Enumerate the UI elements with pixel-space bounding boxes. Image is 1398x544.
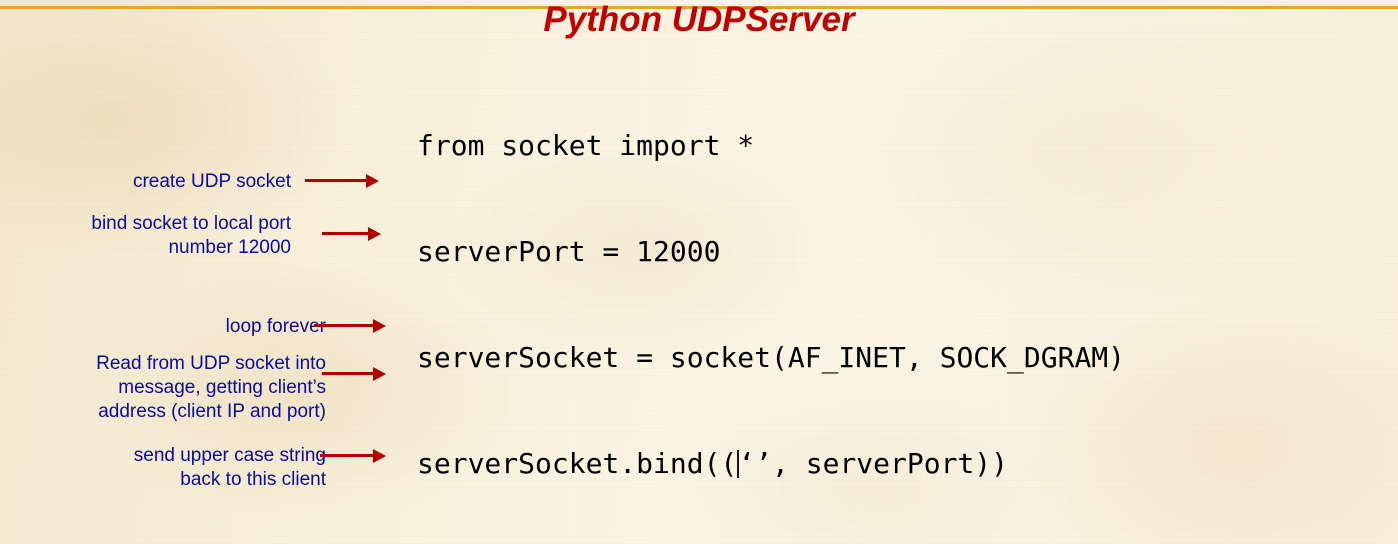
annotation-send-upper-case: send upper case string back to this clie… <box>133 445 326 490</box>
code-line-bind-prefix: serverSocket.bind(( <box>417 447 738 480</box>
slide-canvas: Python UDPServer from socket import * se… <box>0 0 1398 544</box>
arrow-shaft <box>314 324 374 327</box>
arrow-shaft <box>322 232 369 235</box>
arrow-head <box>373 449 386 463</box>
arrow-head <box>368 227 381 241</box>
annotation-bind-socket: bind socket to local port number 12000 <box>91 213 291 258</box>
annotation-create-udp-socket: create UDP socket <box>132 171 291 192</box>
code-line-bind: serverSocket.bind((‘’, serverPort)) <box>417 439 1297 488</box>
arrow-to-while-line <box>314 319 386 333</box>
arrow-to-recvfrom-line <box>322 367 386 381</box>
code-line-create-socket: serverSocket = socket(AF_INET, SOCK_DGRA… <box>417 333 1297 382</box>
arrow-head <box>373 367 386 381</box>
annotation-read-from-socket: Read from UDP socket into message, getti… <box>96 353 326 422</box>
arrow-head <box>366 174 379 188</box>
annotation-loop-forever: loop forever <box>225 316 326 337</box>
arrow-to-bind-line <box>322 227 382 241</box>
code-line-serverport: serverPort = 12000 <box>417 227 1297 276</box>
code-line-serverport-text: serverPort = 12000 <box>417 235 721 268</box>
code-line-import: from socket import * <box>417 121 1297 170</box>
code-block: from socket import * serverPort = 12000 … <box>417 64 1297 544</box>
arrow-shaft <box>305 179 367 182</box>
arrow-shaft <box>320 454 374 457</box>
arrow-to-create-socket-line <box>305 174 379 188</box>
code-line-import-text: from socket import * <box>417 129 755 162</box>
code-line-create-socket-text: serverSocket = socket(AF_INET, SOCK_DGRA… <box>417 341 1126 374</box>
arrow-head <box>373 319 386 333</box>
arrow-to-sendto-line <box>320 449 386 463</box>
arrow-shaft <box>322 372 374 375</box>
page-title: Python UDPServer <box>543 0 855 39</box>
code-line-bind-suffix: ‘’, serverPort)) <box>738 447 1009 480</box>
